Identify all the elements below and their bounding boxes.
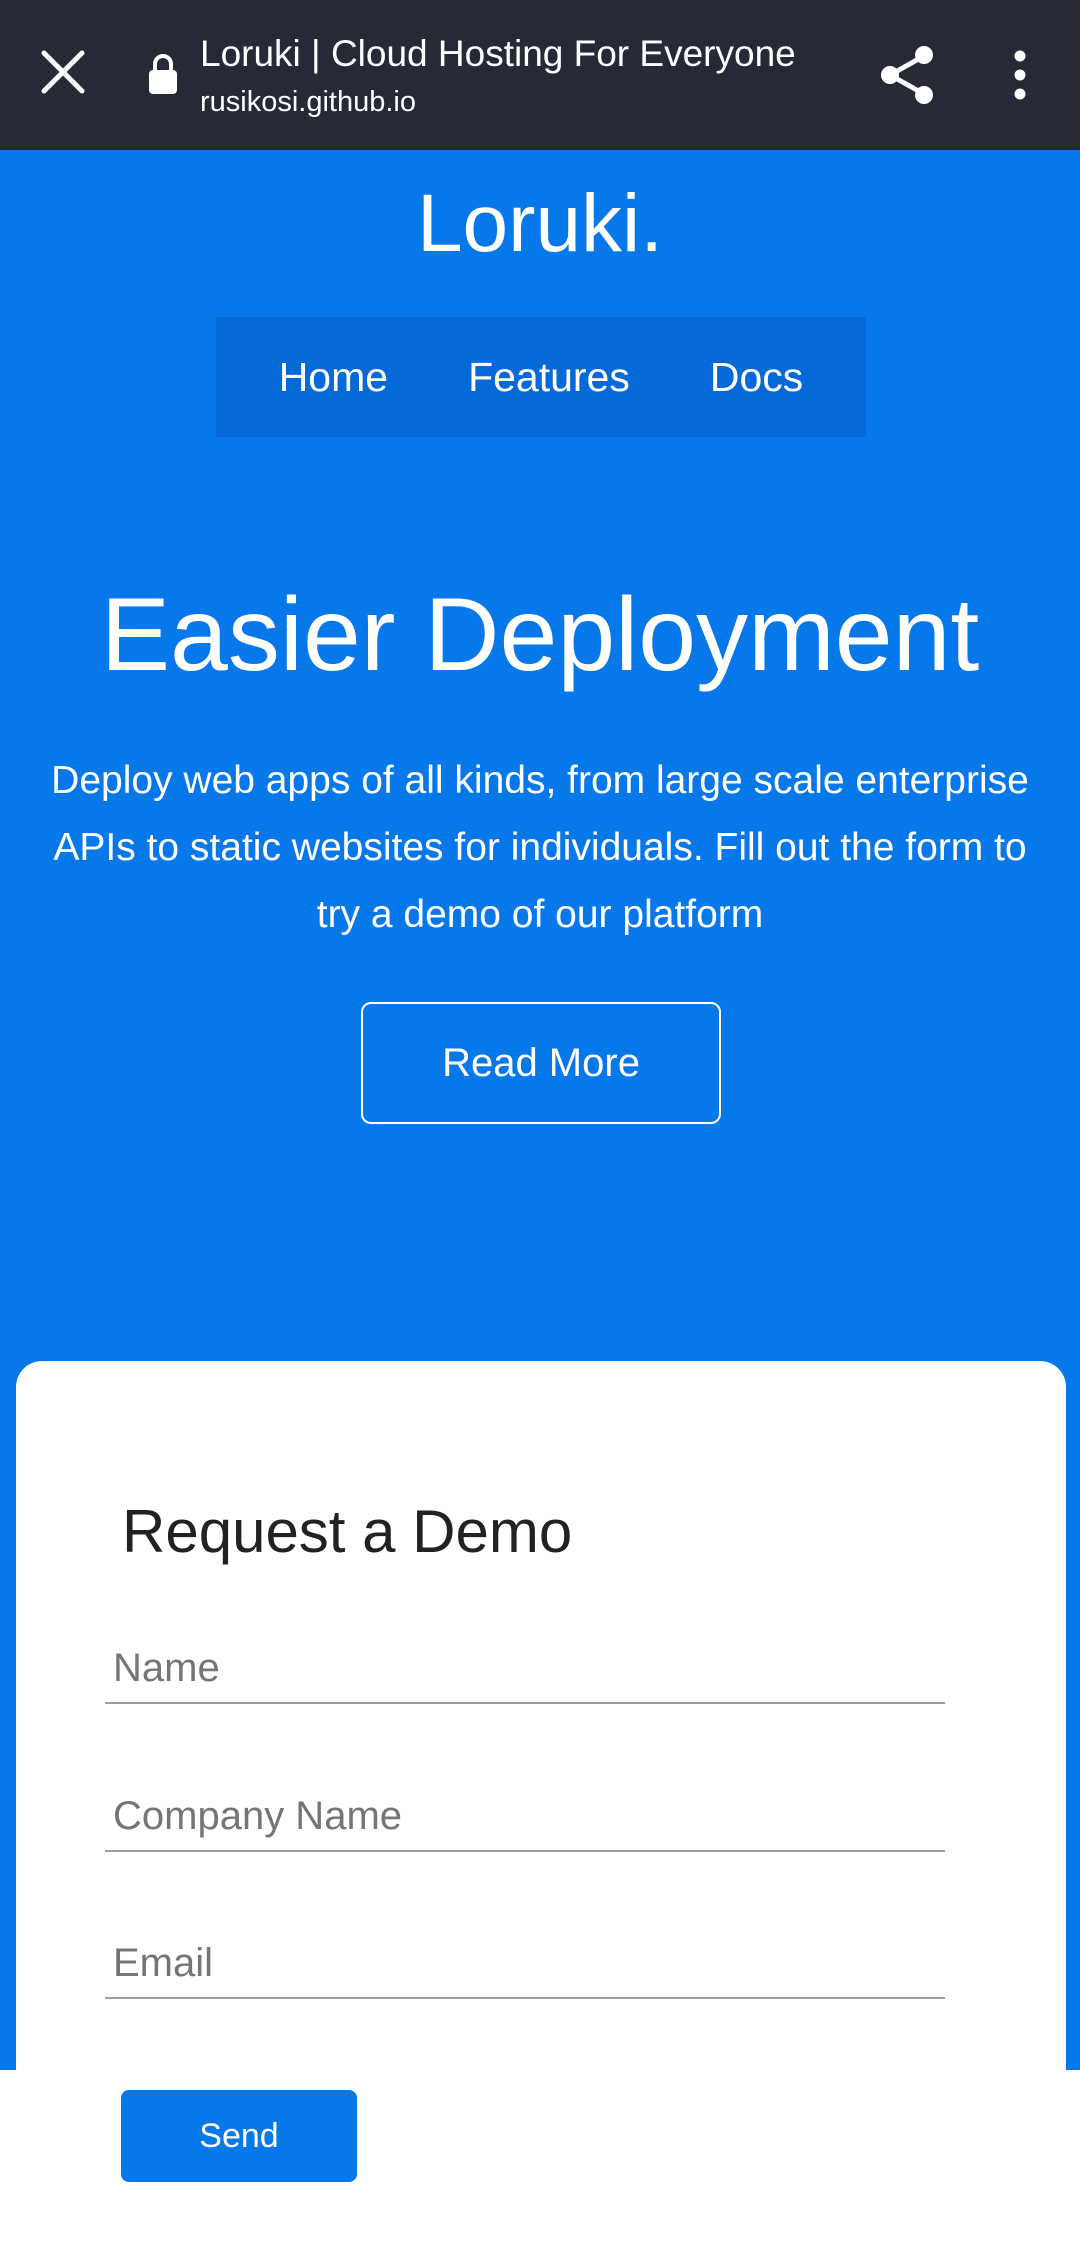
nav-item-docs[interactable]: Docs bbox=[710, 354, 803, 401]
nav-item-features[interactable]: Features bbox=[468, 354, 630, 401]
form-title: Request a Demo bbox=[122, 1498, 573, 1565]
lock-icon bbox=[149, 54, 177, 94]
more-vert-icon[interactable] bbox=[1002, 44, 1038, 106]
browser-toolbar: Loruki | Cloud Hosting For Everyone rusi… bbox=[0, 0, 1080, 150]
email-input[interactable] bbox=[105, 1929, 945, 1999]
hero-text: Deploy web apps of all kinds, from large… bbox=[51, 759, 1029, 936]
page-title: Loruki | Cloud Hosting For Everyone bbox=[200, 33, 796, 74]
company-name-input[interactable] bbox=[105, 1782, 945, 1852]
main-nav: Home Features Docs bbox=[216, 317, 866, 437]
share-icon[interactable] bbox=[878, 44, 938, 106]
read-more-button[interactable]: Read More bbox=[361, 1002, 721, 1124]
close-icon[interactable] bbox=[38, 47, 88, 97]
hero-title: Easier Deployment bbox=[100, 577, 980, 693]
brand-logo[interactable]: Loruki. bbox=[0, 174, 1080, 274]
nav-item-home[interactable]: Home bbox=[279, 354, 388, 401]
page-url[interactable]: rusikosi.github.io bbox=[200, 84, 416, 120]
name-input[interactable] bbox=[105, 1634, 945, 1704]
send-button[interactable]: Send bbox=[121, 2090, 357, 2182]
